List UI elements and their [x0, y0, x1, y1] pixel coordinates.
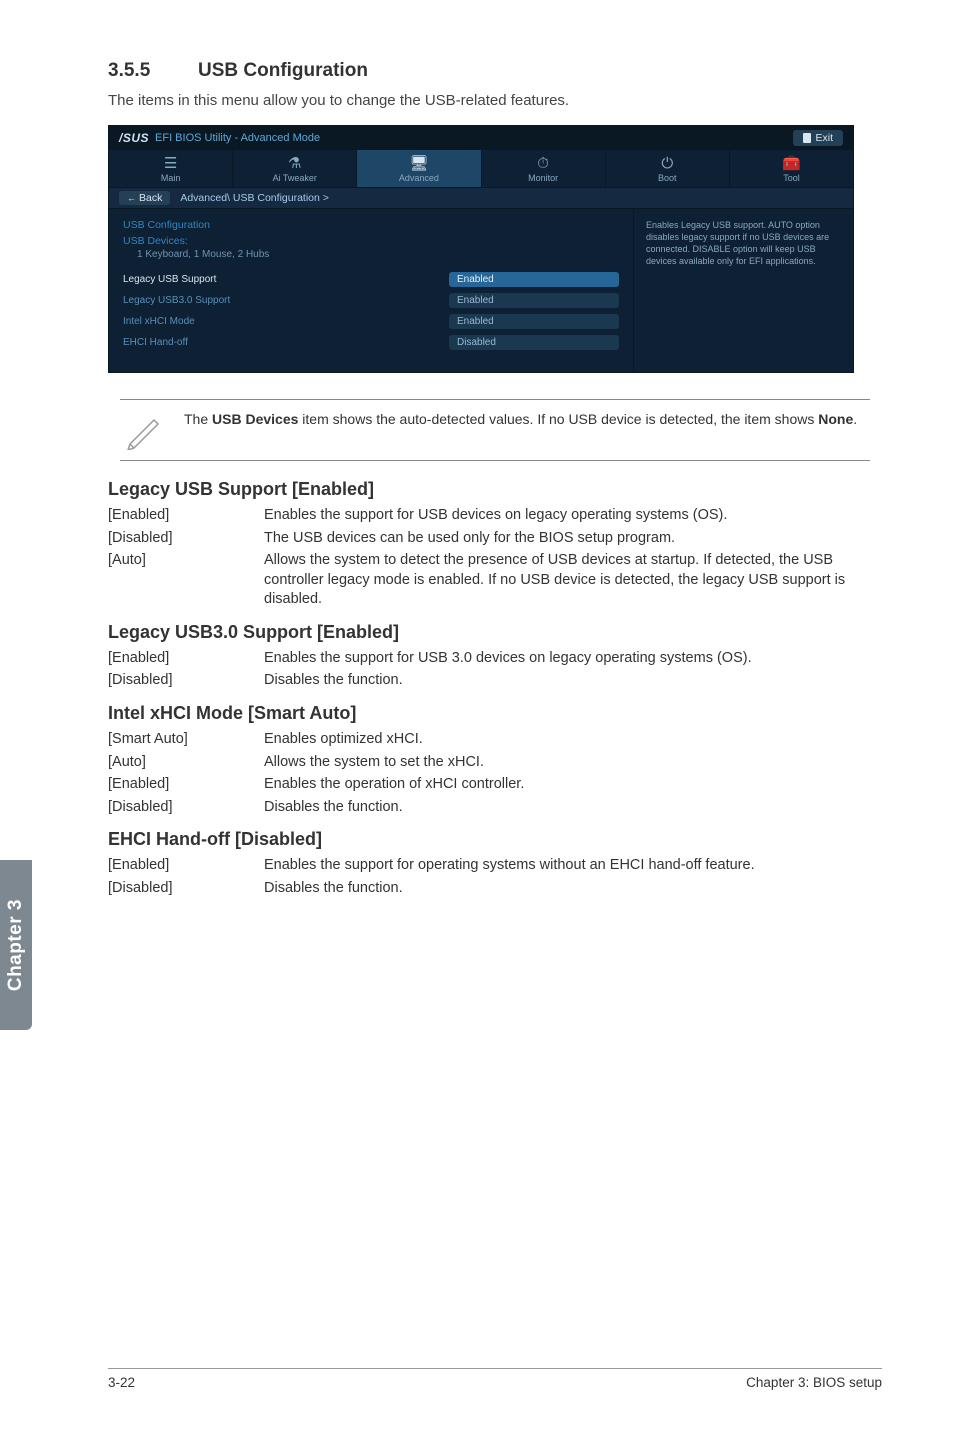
- power-icon: ⏻: [661, 156, 673, 171]
- tab-monitor[interactable]: ⏱ Monitor: [482, 150, 606, 187]
- row-ehci-handoff[interactable]: EHCI Hand-off Disabled: [123, 335, 619, 350]
- tab-label: Tool: [783, 173, 800, 183]
- bios-screenshot: /SUS EFI BIOS Utility - Advanced Mode Ex…: [108, 125, 854, 373]
- option-row: [Auto] Allows the system to set the xHCI…: [108, 753, 882, 773]
- row-legacy-usb3[interactable]: Legacy USB3.0 Support Enabled: [123, 293, 619, 308]
- option-row: [Enabled] Enables the support for USB 3.…: [108, 649, 882, 669]
- row-label: Intel xHCI Mode: [123, 316, 449, 327]
- opt-key: [Disabled]: [108, 529, 264, 549]
- option-row: [Smart Auto] Enables optimized xHCI.: [108, 730, 882, 750]
- tool-icon: 🧰: [782, 156, 801, 171]
- tab-boot[interactable]: ⏻ Boot: [606, 150, 730, 187]
- option-row: [Disabled] Disables the function.: [108, 798, 882, 818]
- help-text: Enables Legacy USB support. AUTO option …: [646, 220, 829, 266]
- opt-desc: Enables the support for USB 3.0 devices …: [264, 649, 882, 669]
- subhead-legacy-usb3: Legacy USB3.0 Support [Enabled]: [108, 622, 882, 643]
- opt-key: [Auto]: [108, 753, 264, 773]
- breadcrumb: Back Advanced\ USB Configuration >: [109, 188, 853, 209]
- footer-title: Chapter 3: BIOS setup: [746, 1375, 882, 1390]
- row-label: Legacy USB3.0 Support: [123, 295, 449, 306]
- bios-help-panel: Enables Legacy USB support. AUTO option …: [633, 209, 853, 372]
- opt-key: [Auto]: [108, 551, 264, 610]
- row-label: EHCI Hand-off: [123, 337, 449, 348]
- option-row: [Enabled] Enables the support for USB de…: [108, 506, 882, 526]
- tab-label: Ai Tweaker: [273, 173, 317, 183]
- subhead-ehci-handoff: EHCI Hand-off [Disabled]: [108, 829, 882, 850]
- intro-text: The items in this menu allow you to chan…: [108, 92, 882, 109]
- list-icon: ☰: [164, 156, 177, 171]
- tab-label: Main: [161, 173, 181, 183]
- row-legacy-usb[interactable]: Legacy USB Support Enabled: [123, 272, 619, 287]
- opt-key: [Disabled]: [108, 671, 264, 691]
- usb-config-heading: USB Configuration: [123, 219, 619, 231]
- tab-ai-tweaker[interactable]: ⚗ Ai Tweaker: [233, 150, 357, 187]
- tab-label: Boot: [658, 173, 677, 183]
- opt-desc: Disables the function.: [264, 879, 882, 899]
- opt-desc: Disables the function.: [264, 671, 882, 691]
- back-button[interactable]: Back: [119, 191, 170, 205]
- opt-key: [Disabled]: [108, 798, 264, 818]
- monitor-icon: ⏱: [537, 156, 549, 171]
- tweaker-icon: ⚗: [288, 156, 301, 171]
- note-box: The USB Devices item shows the auto-dete…: [120, 399, 870, 461]
- opt-desc: Allows the system to detect the presence…: [264, 551, 882, 610]
- exit-icon: [803, 133, 811, 143]
- opt-desc: Enables the support for operating system…: [264, 856, 882, 876]
- usb-devices-heading: USB Devices:: [123, 235, 619, 247]
- opt-key: [Disabled]: [108, 879, 264, 899]
- tab-label: Advanced: [399, 173, 439, 183]
- pen-icon: [120, 410, 168, 450]
- page-number: 3-22: [108, 1375, 135, 1390]
- bios-tabs: ☰ Main ⚗ Ai Tweaker 🖥 Advanced ⏱ Monitor…: [109, 150, 853, 188]
- monitor-lock-icon: 🖥: [409, 156, 428, 171]
- opt-desc: Allows the system to set the xHCI.: [264, 753, 882, 773]
- asus-logo: /SUS: [119, 131, 149, 145]
- bios-topbar: /SUS EFI BIOS Utility - Advanced Mode Ex…: [109, 126, 853, 150]
- exit-label: Exit: [815, 132, 833, 144]
- opt-desc: Enables the support for USB devices on l…: [264, 506, 882, 526]
- row-xhci-mode[interactable]: Intel xHCI Mode Enabled: [123, 314, 619, 329]
- section-number: 3.5.5: [108, 60, 198, 82]
- opt-key: [Smart Auto]: [108, 730, 264, 750]
- breadcrumb-path: Advanced\ USB Configuration >: [180, 192, 329, 204]
- option-row: [Disabled] Disables the function.: [108, 671, 882, 691]
- option-row: [Auto] Allows the system to detect the p…: [108, 551, 882, 610]
- chapter-side-tab: Chapter 3: [0, 860, 32, 1030]
- row-value[interactable]: Enabled: [449, 314, 619, 329]
- tab-main[interactable]: ☰ Main: [109, 150, 233, 187]
- section-title: 3.5.5USB Configuration: [108, 60, 882, 82]
- back-label: Back: [139, 192, 162, 204]
- opt-desc: Enables the operation of xHCI controller…: [264, 775, 882, 795]
- opt-desc: The USB devices can be used only for the…: [264, 529, 882, 549]
- chapter-tab-text: Chapter 3: [5, 899, 27, 991]
- tab-tool[interactable]: 🧰 Tool: [730, 150, 853, 187]
- opt-key: [Enabled]: [108, 775, 264, 795]
- option-row: [Enabled] Enables the support for operat…: [108, 856, 882, 876]
- bios-settings-panel: USB Configuration USB Devices: 1 Keyboar…: [109, 209, 633, 372]
- option-row: [Disabled] The USB devices can be used o…: [108, 529, 882, 549]
- row-value[interactable]: Disabled: [449, 335, 619, 350]
- opt-key: [Enabled]: [108, 856, 264, 876]
- note-text: The USB Devices item shows the auto-dete…: [184, 410, 857, 450]
- exit-button[interactable]: Exit: [793, 130, 843, 146]
- back-arrow-icon: [127, 192, 136, 204]
- opt-key: [Enabled]: [108, 649, 264, 669]
- row-label: Legacy USB Support: [123, 274, 449, 285]
- opt-desc: Enables optimized xHCI.: [264, 730, 882, 750]
- tab-advanced[interactable]: 🖥 Advanced: [357, 150, 481, 187]
- option-row: [Enabled] Enables the operation of xHCI …: [108, 775, 882, 795]
- row-value[interactable]: Enabled: [449, 293, 619, 308]
- page-footer: 3-22 Chapter 3: BIOS setup: [108, 1368, 882, 1390]
- row-value[interactable]: Enabled: [449, 272, 619, 287]
- subhead-legacy-usb: Legacy USB Support [Enabled]: [108, 479, 882, 500]
- opt-key: [Enabled]: [108, 506, 264, 526]
- usb-devices-detail: 1 Keyboard, 1 Mouse, 2 Hubs: [137, 249, 619, 260]
- subhead-xhci-mode: Intel xHCI Mode [Smart Auto]: [108, 703, 882, 724]
- tab-label: Monitor: [528, 173, 558, 183]
- opt-desc: Disables the function.: [264, 798, 882, 818]
- section-heading: USB Configuration: [198, 60, 368, 81]
- option-row: [Disabled] Disables the function.: [108, 879, 882, 899]
- bios-utility-title: EFI BIOS Utility - Advanced Mode: [155, 132, 320, 144]
